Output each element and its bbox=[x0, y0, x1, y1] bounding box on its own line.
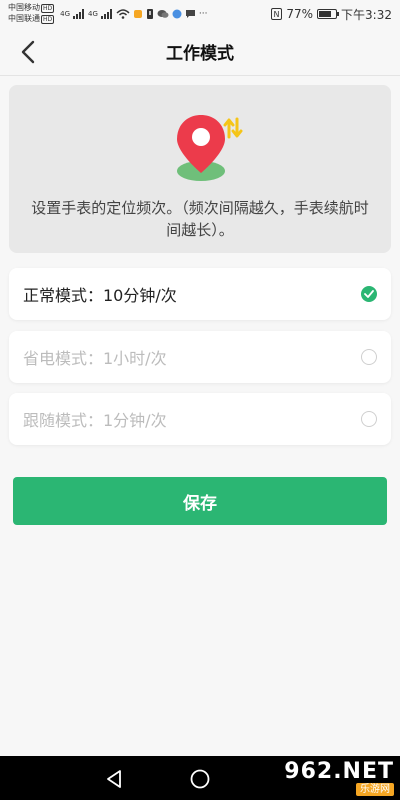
alert-icon bbox=[146, 9, 153, 19]
mode-option-follow[interactable]: 跟随模式：1分钟/次 bbox=[9, 393, 391, 445]
app-icon bbox=[172, 9, 182, 19]
nfc-icon: N bbox=[271, 8, 283, 20]
sort-arrows-icon bbox=[223, 117, 243, 139]
watermark-sub: 乐游网 bbox=[356, 782, 394, 796]
mode-label: 正常模式：10分钟/次 bbox=[23, 286, 177, 305]
network-type-1: 4G bbox=[60, 10, 71, 18]
carrier-1: 中国移动 bbox=[8, 3, 40, 12]
hd-badge-2: HD bbox=[41, 15, 55, 24]
hd-badge: HD bbox=[41, 4, 55, 13]
save-button[interactable]: 保存 bbox=[13, 477, 387, 525]
battery-fill bbox=[319, 11, 332, 17]
circle-home-icon[interactable] bbox=[189, 768, 211, 790]
battery-icon bbox=[317, 9, 340, 19]
header: 工作模式 bbox=[0, 28, 400, 76]
carrier-info: 中国移动 HD 中国联通 HD bbox=[8, 3, 55, 25]
mode-option-power-saving[interactable]: 省电模式：1小时/次 bbox=[9, 331, 391, 383]
mode-label: 跟随模式：1分钟/次 bbox=[23, 411, 167, 430]
status-icons: 4G 4G ··· bbox=[60, 9, 208, 19]
more-icon: ··· bbox=[198, 9, 208, 19]
page-title: 工作模式 bbox=[166, 44, 234, 64]
battery-percent: 77% bbox=[286, 7, 314, 21]
svg-text:N: N bbox=[274, 10, 280, 19]
radio-empty-icon[interactable] bbox=[361, 349, 377, 365]
network-type-2: 4G bbox=[88, 10, 98, 18]
signal-icon-2 bbox=[100, 9, 112, 19]
radio-check-icon[interactable] bbox=[361, 286, 377, 302]
checkmark-icon bbox=[364, 290, 374, 298]
notification-icon bbox=[133, 10, 142, 18]
mode-option-normal[interactable]: 正常模式：10分钟/次 bbox=[9, 268, 391, 320]
watermark-logo: 962.NET 乐游网 bbox=[284, 760, 394, 796]
wechat-icon bbox=[157, 10, 169, 18]
back-button[interactable] bbox=[14, 38, 42, 66]
status-bar: 中国移动 HD 中国联通 HD 4G 4G ··· N 77% 下午3:32 bbox=[0, 0, 400, 28]
location-pin-icon bbox=[177, 115, 243, 181]
status-right: N 77% 下午3:32 bbox=[271, 6, 392, 23]
chat-icon bbox=[185, 10, 195, 18]
info-banner: 设置手表的定位频次。（频次间隔越久，手表续航时间越长）。 bbox=[9, 85, 391, 253]
triangle-back-icon[interactable] bbox=[103, 768, 125, 790]
clock: 下午3:32 bbox=[341, 7, 392, 22]
signal-icon bbox=[73, 9, 85, 19]
carrier-2: 中国联通 bbox=[8, 14, 40, 23]
watermark-main: 962.NET bbox=[284, 758, 394, 784]
wifi-icon bbox=[116, 9, 130, 19]
radio-empty-icon[interactable] bbox=[361, 411, 377, 427]
mode-label: 省电模式：1小时/次 bbox=[23, 349, 167, 368]
banner-description: 设置手表的定位频次。（频次间隔越久，手表续航时间越长）。 bbox=[31, 199, 369, 239]
chevron-left-icon bbox=[21, 40, 35, 64]
